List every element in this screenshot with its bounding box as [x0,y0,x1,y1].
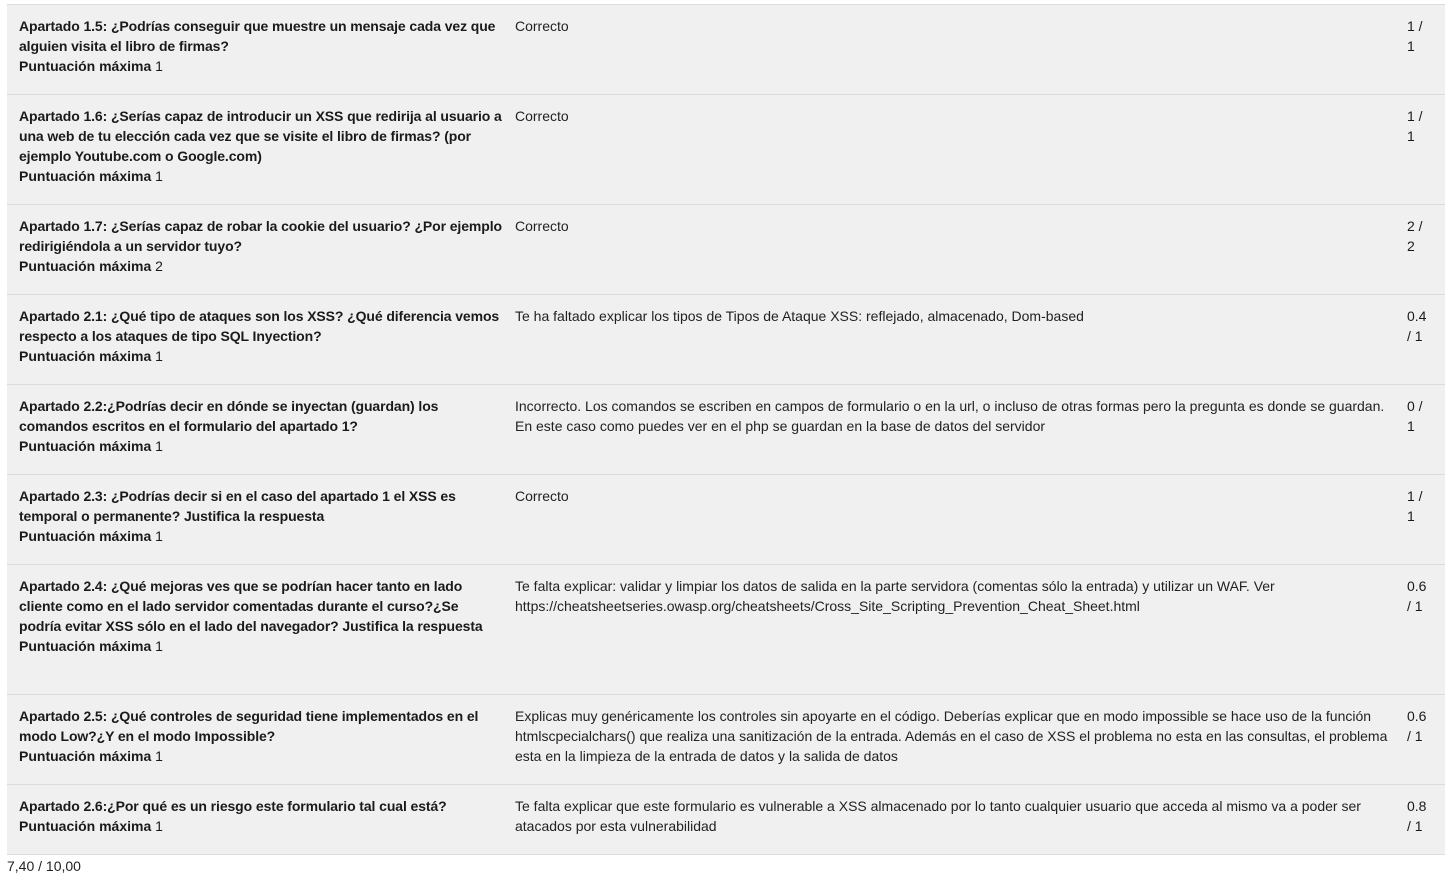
max-score-value: 1 [155,58,163,74]
rubric-row: Apartado 1.7: ¿Serías capaz de robar la … [7,204,1445,295]
rubric-table: Apartado 1.5: ¿Podrías conseguir que mue… [7,4,1445,855]
feedback-text: Explicas muy genéricamente los controles… [515,708,1388,764]
max-score: Puntuación máxima 2 [19,256,503,276]
question-title: Apartado 2.4: ¿Qué mejoras ves que se po… [19,578,483,634]
feedback-text: Te ha faltado explicar los tipos de Tipo… [515,308,1084,324]
question-cell: Apartado 2.1: ¿Qué tipo de ataques son l… [7,306,515,384]
score-value: 0.4 / 1 [1407,308,1427,344]
score-value: 1 / 1 [1407,108,1423,144]
question-title: Apartado 2.6:¿Por qué es un riesgo este … [19,798,447,814]
score-value: 0.8 / 1 [1407,798,1427,834]
max-score-value: 1 [155,348,163,364]
feedback-text: Incorrecto. Los comandos se escriben en … [515,398,1385,434]
max-score: Puntuación máxima 1 [19,636,503,656]
question-title: Apartado 1.6: ¿Serías capaz de introduci… [19,108,502,164]
score-value: 2 / 2 [1407,218,1423,254]
score-value: 1 / 1 [1407,18,1423,54]
max-score: Puntuación máxima 1 [19,746,503,766]
feedback-text: Correcto [515,488,569,504]
max-score-value: 1 [155,528,163,544]
rubric-row: Apartado 2.5: ¿Qué controles de segurida… [7,694,1445,785]
max-score-value: 1 [155,438,163,454]
rubric-row: Apartado 2.4: ¿Qué mejoras ves que se po… [7,564,1445,695]
feedback-text: Te falta explicar: validar y limpiar los… [515,578,1275,614]
feedback-text: Correcto [515,218,569,234]
max-score: Puntuación máxima 1 [19,436,503,456]
max-score-value: 1 [155,638,163,654]
score-value: 0.6 / 1 [1407,708,1427,744]
max-score-label: Puntuación máxima [19,528,152,544]
max-score-value: 1 [155,748,163,764]
max-score: Puntuación máxima 1 [19,526,503,546]
question-cell: Apartado 2.3: ¿Podrías decir si en el ca… [7,486,515,564]
question-title: Apartado 2.1: ¿Qué tipo de ataques son l… [19,308,500,344]
max-score-label: Puntuación máxima [19,348,152,364]
question-title: Apartado 1.7: ¿Serías capaz de robar la … [19,218,502,254]
max-score-value: 1 [155,168,163,184]
question-cell: Apartado 2.5: ¿Qué controles de segurida… [7,706,515,784]
feedback-text: Correcto [515,18,569,34]
max-score-label: Puntuación máxima [19,168,152,184]
score-value: 0 / 1 [1407,398,1423,434]
question-cell: Apartado 2.6:¿Por qué es un riesgo este … [7,796,515,854]
rubric-row: Apartado 2.6:¿Por qué es un riesgo este … [7,784,1445,855]
question-title: Apartado 2.3: ¿Podrías decir si en el ca… [19,488,456,524]
max-score: Puntuación máxima 1 [19,346,503,366]
rubric-row: Apartado 2.2:¿Podrías decir en dónde se … [7,384,1445,475]
question-cell: Apartado 1.7: ¿Serías capaz de robar la … [7,216,515,294]
rubric-row: Apartado 2.3: ¿Podrías decir si en el ca… [7,474,1445,565]
max-score-label: Puntuación máxima [19,258,152,274]
rubric-row: Apartado 2.1: ¿Qué tipo de ataques son l… [7,294,1445,385]
question-cell: Apartado 2.4: ¿Qué mejoras ves que se po… [7,576,515,694]
question-cell: Apartado 1.5: ¿Podrías conseguir que mue… [7,16,515,94]
max-score: Puntuación máxima 1 [19,816,503,836]
score-value: 0.6 / 1 [1407,578,1427,614]
max-score-label: Puntuación máxima [19,438,152,454]
max-score-value: 1 [155,818,163,834]
rubric-row: Apartado 1.5: ¿Podrías conseguir que mue… [7,4,1445,95]
score-value: 1 / 1 [1407,488,1423,524]
max-score: Puntuación máxima 1 [19,56,503,76]
feedback-text: Te falta explicar que este formulario es… [515,798,1361,834]
feedback-text: Correcto [515,108,569,124]
max-score-label: Puntuación máxima [19,638,152,654]
max-score-label: Puntuación máxima [19,818,152,834]
question-title: Apartado 1.5: ¿Podrías conseguir que mue… [19,18,496,54]
question-title: Apartado 2.5: ¿Qué controles de segurida… [19,708,479,744]
max-score-label: Puntuación máxima [19,748,152,764]
rubric-row: Apartado 1.6: ¿Serías capaz de introduci… [7,94,1445,205]
question-cell: Apartado 1.6: ¿Serías capaz de introduci… [7,106,515,204]
max-score: Puntuación máxima 1 [19,166,503,186]
question-title: Apartado 2.2:¿Podrías decir en dónde se … [19,398,439,434]
question-cell: Apartado 2.2:¿Podrías decir en dónde se … [7,396,515,474]
total-score: 7,40 / 10,00 [7,858,81,874]
max-score-label: Puntuación máxima [19,58,152,74]
max-score-value: 2 [155,258,163,274]
